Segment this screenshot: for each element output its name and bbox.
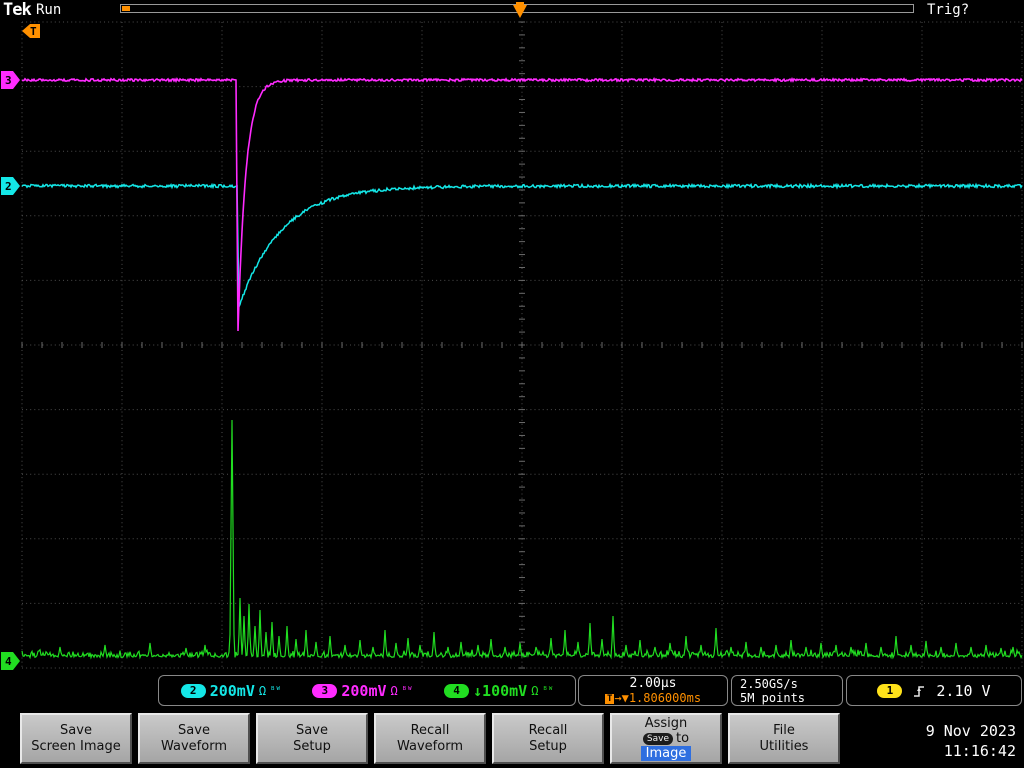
bandwidth-icon: ᴮᵂ: [270, 685, 281, 696]
menu-button-label: Screen Image: [31, 738, 121, 754]
menu-button-label: Waveform: [397, 738, 463, 754]
menu-button-label: Save: [60, 722, 92, 738]
menu-button-label: Waveform: [161, 738, 227, 754]
acquisition-readout-box: 2.50GS/s 5M points: [731, 675, 843, 706]
coupling-icon: Ω: [531, 683, 539, 698]
menu-button-label: Recall: [410, 722, 450, 738]
menu-button-assign-save-to-image[interactable]: Assign Save to Image: [610, 713, 722, 764]
record-length: 5M points: [740, 691, 806, 705]
menu-button-recall-setup[interactable]: Recall Setup: [492, 713, 604, 764]
time-value: 11:16:42: [943, 742, 1016, 760]
channel-readout-ch2[interactable]: 2 200mV Ωᴮᵂ: [180, 681, 281, 700]
coupling-icon: Ω: [390, 683, 398, 698]
save-badge: Save: [642, 732, 674, 745]
coupling-icon: Ω: [258, 683, 267, 698]
tek-logo: Tek: [3, 0, 32, 20]
menu-button-label: Save: [178, 722, 210, 738]
timebase-value: 2.00μs: [629, 676, 677, 691]
menu-button-file-utilities[interactable]: File Utilities: [728, 713, 840, 764]
menu-button-save-screen-image[interactable]: Save Screen Image: [20, 713, 132, 764]
sample-rate: 2.50GS/s: [740, 677, 798, 691]
menu-button-label: Recall: [528, 722, 568, 738]
menu-button-save-waveform[interactable]: Save Waveform: [138, 713, 250, 764]
date-value: 9 Nov 2023: [925, 722, 1016, 740]
channel-marker-label: 2: [5, 180, 12, 193]
channel-marker-label: 3: [5, 74, 12, 87]
trigger-delay-readout: T →▼1.806000ms: [579, 691, 727, 705]
graticule-area: 4 2 3 T: [1, 21, 1023, 670]
channel-readout-ch4[interactable]: 4 ↓100mV Ωᴮᵂ: [444, 682, 553, 700]
trigger-t-icon: T: [604, 694, 615, 704]
trigger-status: Trig?: [927, 2, 970, 18]
channel-scale: 200mV: [341, 681, 387, 700]
oscilloscope-screen: 423T Tek Run Trig? 2 200mV Ωᴮᵂ 3 200mV Ωᴮᵂ 4 ↓1…: [0, 0, 1024, 768]
trigger-source-badge: 1: [877, 683, 903, 698]
bandwidth-icon: ᴮᵂ: [542, 685, 554, 696]
trigger-readout-box: 1 2.10 V: [846, 675, 1022, 706]
menu-button-label: Setup: [293, 738, 331, 754]
trigger-delay-arrows: →▼: [614, 691, 629, 705]
bandwidth-icon: ᴮᵂ: [401, 685, 413, 696]
menu-button-save-setup[interactable]: Save Setup: [256, 713, 368, 764]
menu-button-label: Save: [296, 722, 328, 738]
channel-marker-label: 4: [5, 655, 12, 668]
channel-readouts-box: 2 200mV Ωᴮᵂ 3 200mV Ωᴮᵂ 4 ↓100mV Ωᴮᵂ: [158, 675, 576, 706]
assign-target-image: Image: [640, 745, 692, 761]
trigger-delay-value: 1.806000ms: [628, 691, 702, 705]
menu-button-label: Utilities: [759, 738, 809, 754]
trigger-level-value: 2.10 V: [936, 681, 991, 700]
menu-button-label: File: [773, 722, 795, 738]
acquisition-status: Run: [36, 2, 62, 18]
datetime-display: 9 Nov 2023 11:16:42: [876, 721, 1022, 761]
trigger-position-icon: [122, 6, 130, 11]
channel-scale: 200mV: [209, 681, 255, 700]
channel-badge: 4: [444, 683, 470, 698]
assign-label: Assign: [644, 715, 688, 731]
to-label: to: [676, 730, 690, 746]
expansion-marker-icon[interactable]: [513, 5, 527, 18]
channel-scale: ↓100mV: [473, 681, 528, 700]
channel-badge: 2: [180, 683, 206, 698]
menu-button-recall-waveform[interactable]: Recall Waveform: [374, 713, 486, 764]
timebase-readout-box: 2.00μs T →▼1.806000ms: [578, 675, 728, 706]
channel-badge: 3: [312, 683, 338, 698]
menu-button-label: Setup: [529, 738, 567, 754]
channel-readout-ch3[interactable]: 3 200mV Ωᴮᵂ: [312, 681, 413, 700]
rising-edge-icon: [914, 685, 925, 697]
trigger-flag-label: T: [30, 25, 37, 38]
